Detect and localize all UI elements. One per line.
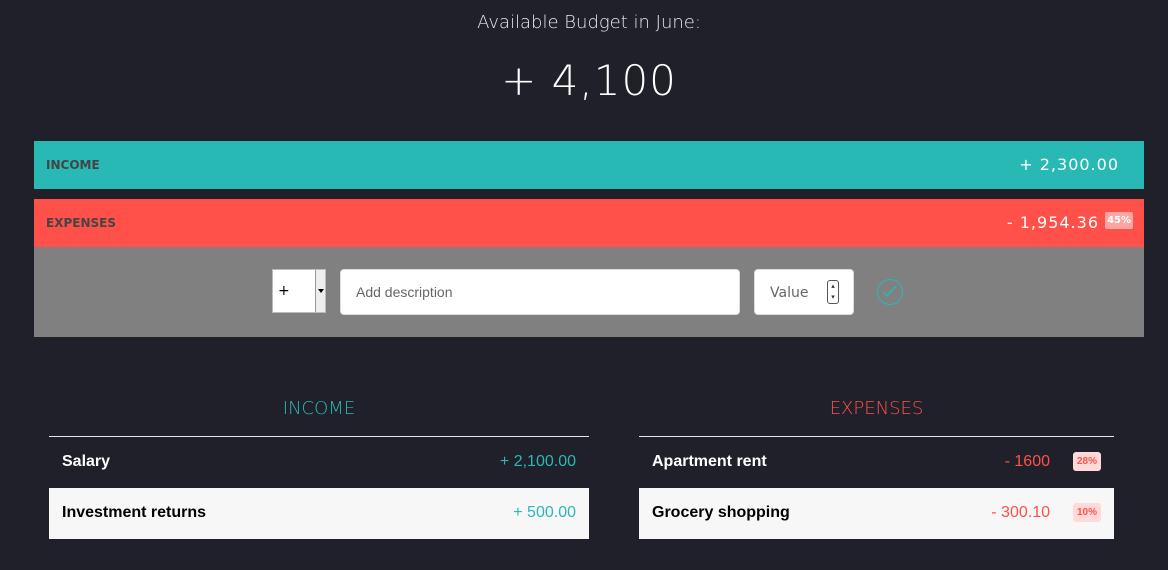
type-select-value: + <box>278 283 290 299</box>
income-summary-label: INCOME <box>46 158 100 172</box>
income-list: Salary + 2,100.00 Investment returns + 5… <box>49 436 589 539</box>
income-summary-bar: INCOME + 2,300.00 <box>34 141 1144 189</box>
expense-item-grocery[interactable]: Grocery shopping - 300.10 10% <box>639 488 1114 539</box>
expenses-percentage-badge: 45% <box>1105 212 1133 229</box>
expenses-list: Apartment rent - 1600 28% Grocery shoppi… <box>639 436 1114 539</box>
item-value: - 300.10 <box>991 504 1050 521</box>
expenses-list-title: EXPENSES <box>829 398 924 419</box>
item-description: Salary <box>62 453 111 470</box>
budget-value: + 4,100 <box>501 56 677 105</box>
item-description: Grocery shopping <box>652 504 790 521</box>
type-select[interactable]: + <box>272 269 326 313</box>
add-entry-panel: + Value ▴▾ <box>34 247 1144 338</box>
item-percentage-badge: 28% <box>1072 452 1101 471</box>
description-input[interactable] <box>340 269 740 315</box>
item-description: Apartment rent <box>652 453 767 470</box>
value-placeholder: Value <box>770 285 809 301</box>
chevron-down-icon[interactable] <box>315 270 325 312</box>
expenses-summary-label: EXPENSES <box>46 216 116 230</box>
item-value: - 1600 <box>1004 453 1050 470</box>
item-percentage-badge: 10% <box>1072 503 1101 522</box>
expenses-summary-bar: EXPENSES - 1,954.36 45% <box>34 199 1144 247</box>
budget-title: Available Budget in June: <box>477 12 701 33</box>
income-item-salary[interactable]: Salary + 2,100.00 <box>49 437 589 488</box>
expenses-summary-value: - 1,954.36 <box>1006 213 1099 232</box>
income-summary-value: + 2,300.00 <box>1019 155 1119 174</box>
item-value: + 2,100.00 <box>499 453 576 470</box>
income-list-title: INCOME <box>282 398 356 419</box>
check-circle-icon[interactable] <box>877 279 903 305</box>
expense-item-rent[interactable]: Apartment rent - 1600 28% <box>639 437 1114 488</box>
income-item-investment[interactable]: Investment returns + 500.00 <box>49 488 589 539</box>
value-spinner[interactable]: ▴ ▾ <box>827 280 839 304</box>
item-value: + 500.00 <box>513 504 576 521</box>
item-description: Investment returns <box>62 504 207 521</box>
value-input[interactable]: Value ▴ ▾ <box>754 269 854 315</box>
